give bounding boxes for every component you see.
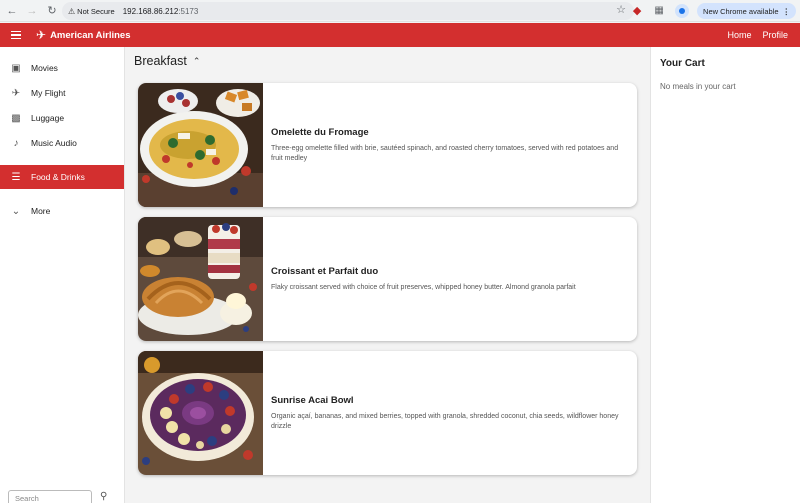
extension-icon[interactable]: ◆ (631, 5, 643, 17)
search-input[interactable]: Search (8, 490, 92, 503)
sidebar-item-label: Movies (31, 63, 58, 73)
sidebar-item-label: Music Audio (31, 138, 77, 148)
brand-title: American Airlines (50, 29, 131, 41)
hamburger-menu-icon[interactable] (11, 30, 21, 40)
profile-icon[interactable] (675, 4, 690, 18)
sidebar-item-label: Food & Drinks (31, 172, 85, 182)
sidebar-item-label: My Flight (31, 88, 66, 98)
reload-icon[interactable]: ↻ (44, 3, 60, 19)
acai-bowl-image (138, 351, 263, 475)
airplane-icon: ✈ (11, 87, 21, 99)
cart-empty-text: No meals in your cart (660, 82, 736, 91)
airplane-logo-icon: ✈ (36, 28, 47, 42)
sidebar-item-luggage[interactable]: ▩ Luggage (0, 106, 124, 130)
film-icon: ▣ (11, 62, 21, 74)
chevron-down-icon: ⌄ (11, 205, 21, 217)
chrome-update-button[interactable]: New Chrome available ⋮ (697, 3, 796, 19)
meal-card[interactable]: Croissant et Parfait duo Flaky croissant… (138, 217, 637, 341)
browser-toolbar: ← → ↻ ⚠ Not Secure 192.168.86.212:5173 ☆… (0, 0, 800, 22)
meal-name: Omelette du Fromage (271, 126, 369, 138)
food-icon: ☰ (11, 171, 21, 183)
security-label: Not Secure (77, 6, 115, 16)
section-header[interactable]: Breakfast ⌃ (134, 54, 200, 68)
meal-description: Flaky croissant served with choice of fr… (271, 283, 576, 291)
meal-description: Three-egg omelette filled with brie, sau… (271, 144, 619, 162)
warning-icon: ⚠ (68, 6, 76, 16)
forward-icon[interactable]: → (24, 3, 40, 19)
meal-description: Organic açaí, bananas, and mixed berries… (271, 412, 619, 430)
music-note-icon: ♪ (13, 137, 19, 149)
meal-card[interactable]: Sunrise Acai Bowl Organic açaí, bananas,… (138, 351, 637, 475)
meal-card[interactable]: Omelette du Fromage Three-egg omelette f… (138, 83, 637, 207)
extensions-puzzle-icon[interactable]: ▦ (653, 5, 665, 17)
croissant-parfait-image (138, 217, 263, 341)
meal-list: Breakfast ⌃ Omelette du Fromage Three-eg… (125, 47, 650, 503)
sidebar-item-more[interactable]: ⌄ More (0, 199, 124, 223)
chevron-up-icon[interactable]: ⌃ (193, 56, 201, 67)
sidebar-item-my-flight[interactable]: ✈ My Flight (0, 81, 124, 105)
app-header: ✈ American Airlines Home Profile (0, 23, 800, 47)
meal-name: Sunrise Acai Bowl (271, 394, 354, 406)
sidebar-item-food-drinks[interactable]: ☰ Food & Drinks (0, 165, 124, 189)
nav-profile-link[interactable]: Profile (762, 30, 788, 40)
cart-title: Your Cart (660, 58, 705, 69)
menu-dots-icon: ⋮ (782, 6, 791, 16)
address-bar[interactable]: ⚠ Not Secure 192.168.86.212:5173 ☆ (62, 2, 634, 20)
sidebar: ▣ Movies ✈ My Flight ▩ Luggage ♪ Music A… (0, 47, 125, 503)
search-icon[interactable]: ⚲ (100, 491, 107, 502)
bookmark-star-icon[interactable]: ☆ (616, 3, 626, 16)
url-text: 192.168.86.212:5173 (122, 6, 199, 16)
back-icon[interactable]: ← (4, 3, 20, 19)
luggage-icon: ▩ (11, 112, 21, 124)
cart-panel: Your Cart No meals in your cart (650, 47, 800, 503)
sidebar-item-movies[interactable]: ▣ Movies (0, 56, 124, 80)
nav-home-link[interactable]: Home (727, 30, 751, 40)
sidebar-item-label: More (31, 206, 51, 216)
sidebar-item-label: Luggage (31, 113, 65, 123)
sidebar-item-music-audio[interactable]: ♪ Music Audio (0, 131, 124, 155)
meal-name: Croissant et Parfait duo (271, 265, 379, 277)
section-title: Breakfast (134, 54, 187, 68)
omelette-image (138, 83, 263, 207)
